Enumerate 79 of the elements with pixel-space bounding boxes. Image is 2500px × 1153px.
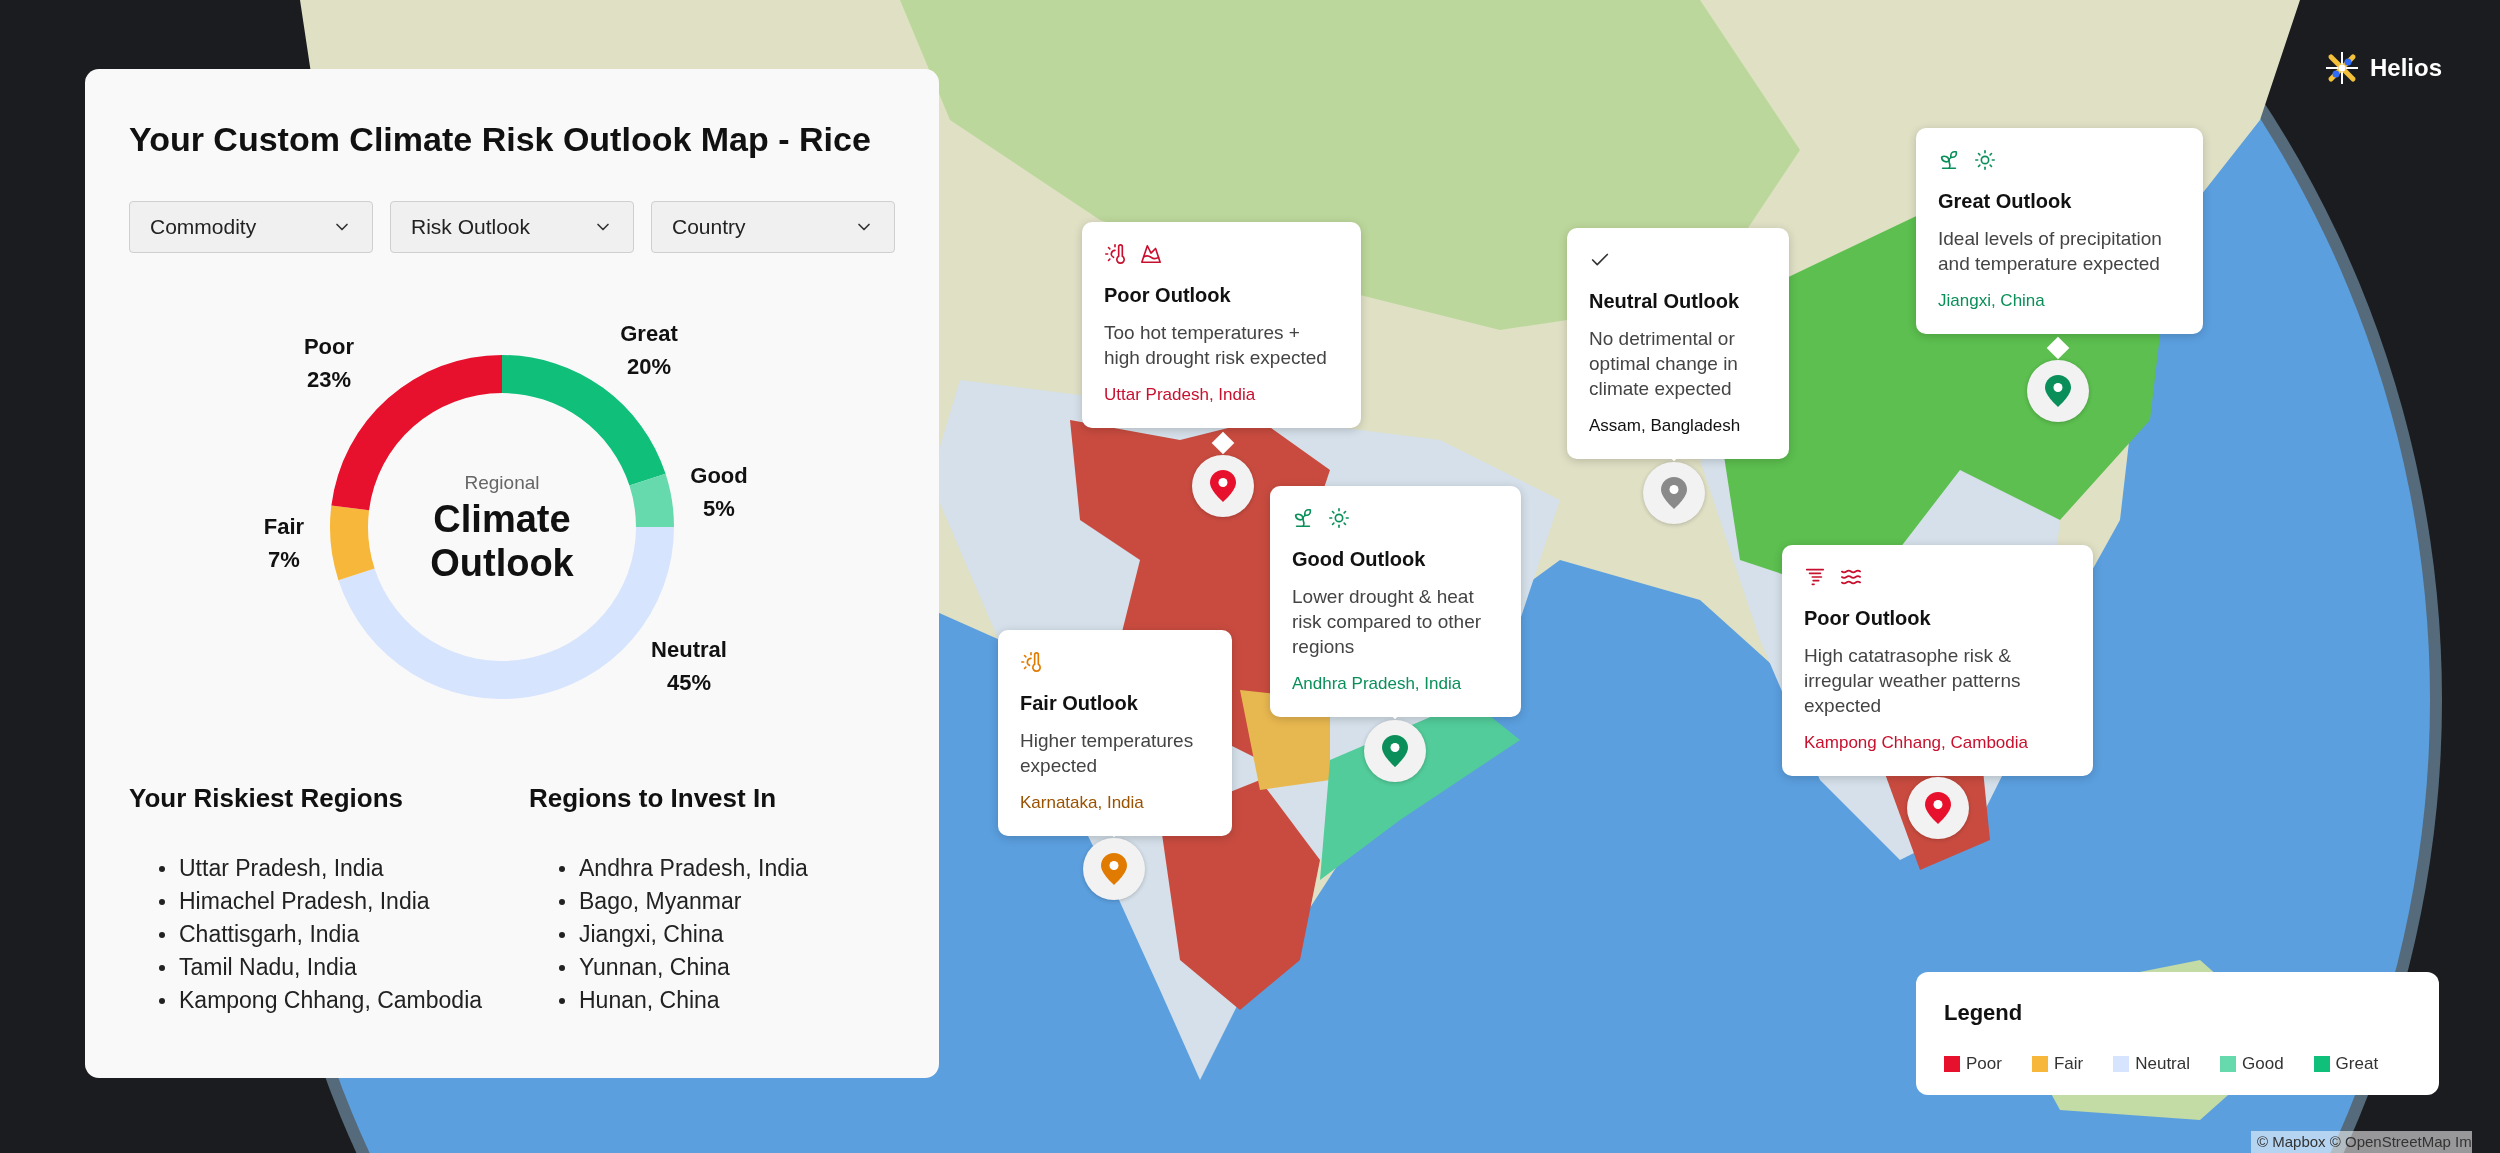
popup-location: Andhra Pradesh, India [1292,673,1463,695]
bullet-icon [559,964,565,971]
bullet-icon [159,898,165,905]
legend-label: Good [2242,1053,2284,1075]
chart-title: Climate Outlook [429,497,575,586]
map-pin-icon [1382,735,1408,767]
bullet-icon [159,997,165,1004]
popup-title: Great Outlook [1938,189,2073,214]
popup-location: Uttar Pradesh, India [1104,384,1257,406]
map-pin-icon [2045,375,2071,407]
popup-description: Too hot temperatures + high drought risk expected [1104,321,1328,370]
sun-icon [1328,507,1350,529]
popup-location: Assam, Bangladesh [1589,415,1742,437]
popup-title: Good Outlook [1292,547,1427,572]
popup-description: High catatrasophe risk & irregular weather patterns expected [1804,644,2022,718]
risky-region: Kampong Chhang, Cambodia [179,986,483,1016]
bullet-icon [159,865,165,872]
chart-value-label: 23% [306,366,351,394]
map-pin-icon [1101,853,1127,885]
chart-subtitle: Regional [464,470,540,495]
legend-label: Poor [1966,1053,2002,1075]
bullet-icon [159,931,165,938]
popup-title: Poor Outlook [1804,606,1932,631]
invest-region: Jiangxi, China [579,920,724,950]
bullet-icon [559,931,565,938]
chart-category-label: Good [690,462,748,490]
list-heading: Regions to Invest In [529,782,778,815]
mountain-icon [1140,243,1162,265]
popup-description: Ideal levels of precipitation and temperature expected [1938,227,2163,276]
chart-category-label: Fair [263,513,305,541]
thermometer-sun-icon [1020,651,1042,673]
invest-region: Andhra Pradesh, India [579,854,808,884]
popup-description: Lower drought & heat risk compared to other regions [1292,585,1483,659]
filter-dropdown[interactable]: Risk Outlook [390,201,634,253]
tornado-icon [1804,566,1826,588]
popup-location: Kampong Chhang, Cambodia [1804,732,2029,754]
popup-title: Neutral Outlook [1589,289,1740,314]
risky-region: Chattisgarh, India [179,920,360,950]
map-pin-icon [1925,792,1951,824]
bullet-icon [559,997,565,1004]
map-pin-icon [1661,477,1687,509]
chart-value-label: 7% [268,546,300,574]
brand-name: Helios [2370,53,2443,83]
invest-region: Bago, Myanmar [579,887,742,917]
risky-region: Uttar Pradesh, India [179,854,384,884]
invest-region: Yunnan, China [579,953,730,983]
popup-location: Jiangxi, China [1938,290,2046,312]
sprout-icon [1938,149,1960,171]
chart-category-label: Poor [303,333,355,361]
map-attribution: © Mapbox © OpenStreetMap Im [2257,1131,2472,1152]
bullet-icon [559,898,565,905]
legend-label: Neutral [2135,1053,2190,1075]
bullet-icon [159,964,165,971]
popup-description: No detrimental or optimal change in climate expected [1589,327,1739,401]
chart-category-label: Neutral [651,636,727,664]
chart-category-label: Great [620,320,678,348]
filter-dropdown[interactable]: Commodity [129,201,373,253]
popup-location: Karnataka, India [1020,792,1145,814]
chart-value-label: 5% [703,495,735,523]
popup-title: Fair Outlook [1020,691,1139,716]
legend-label: Fair [2053,1053,2084,1075]
legend-title: Legend [1944,999,2024,1027]
sprout-icon [1292,507,1314,529]
risky-region: Himachel Pradesh, India [179,887,430,917]
popup-description: Higher temperatures expected [1020,729,1195,778]
chart-value-label: 20% [626,353,671,381]
thermometer-sun-icon [1104,243,1126,265]
risky-region: Tamil Nadu, India [179,953,357,983]
panel-title: Your Custom Climate Risk Outlook Map - Rice [129,119,872,159]
map-pin-icon [1210,470,1236,502]
sun-icon [1974,149,1996,171]
popup-title: Poor Outlook [1104,283,1232,308]
legend-label: Great [2335,1053,2379,1075]
invest-region: Hunan, China [579,986,720,1016]
list-heading: Your Riskiest Regions [129,782,405,815]
bullet-icon [559,865,565,872]
filter-dropdown[interactable]: Country [651,201,895,253]
chart-value-label: 45% [666,669,711,697]
logo-icon [2324,50,2360,86]
